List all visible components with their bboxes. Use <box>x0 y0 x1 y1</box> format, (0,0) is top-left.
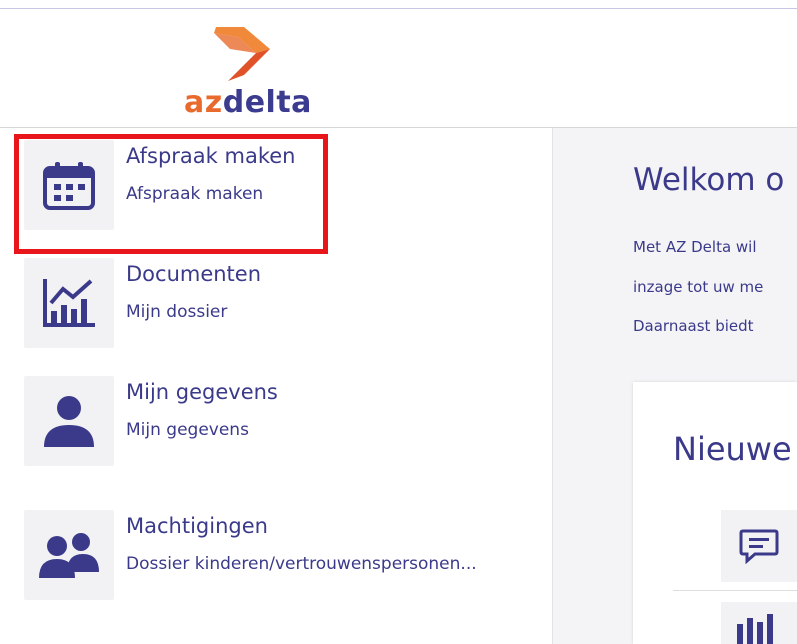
welcome-text-line: Met AZ Delta wil <box>633 238 757 256</box>
news-card: Nieuwe <box>633 382 797 644</box>
card-title: Nieuwe <box>673 430 792 468</box>
nav-title: Machtigingen <box>126 514 268 538</box>
users-icon <box>24 510 114 600</box>
welcome-text-line: inzage tot uw me <box>633 278 764 296</box>
nav-item-machtigingen[interactable]: Machtigingen Dossier kinderen/vertrouwen… <box>24 510 524 606</box>
nav-subtitle: Mijn dossier <box>126 302 228 322</box>
logo-arrow-icon <box>214 27 270 81</box>
welcome-text-line: Daarnaast biedt <box>633 317 754 335</box>
main-content: Welkom o Met AZ Delta wil inzage tot uw … <box>553 128 797 644</box>
header: azdelta <box>0 9 797 128</box>
chart-icon <box>24 258 114 348</box>
chat-icon[interactable] <box>721 510 797 582</box>
logo-az: az <box>184 85 223 120</box>
nav-title: Documenten <box>126 262 262 286</box>
logo-delta: delta <box>222 85 312 120</box>
card-divider <box>673 590 797 591</box>
nav-subtitle: Mijn gegevens <box>126 420 249 440</box>
user-icon <box>24 376 114 466</box>
logo-wordmark: azdelta <box>184 85 312 121</box>
nav-title: Mijn gegevens <box>126 380 278 404</box>
nav-item-documenten[interactable]: Documenten Mijn dossier <box>24 258 524 354</box>
nav-subtitle: Dossier kinderen/vertrouwenspersonen... <box>126 554 477 574</box>
az-delta-logo[interactable]: azdelta <box>180 23 312 123</box>
highlight-box <box>14 134 328 254</box>
nav-item-mijn-gegevens[interactable]: Mijn gegevens Mijn gegevens <box>24 376 524 472</box>
welcome-title: Welkom o <box>633 162 785 198</box>
chart-icon[interactable] <box>721 602 797 644</box>
